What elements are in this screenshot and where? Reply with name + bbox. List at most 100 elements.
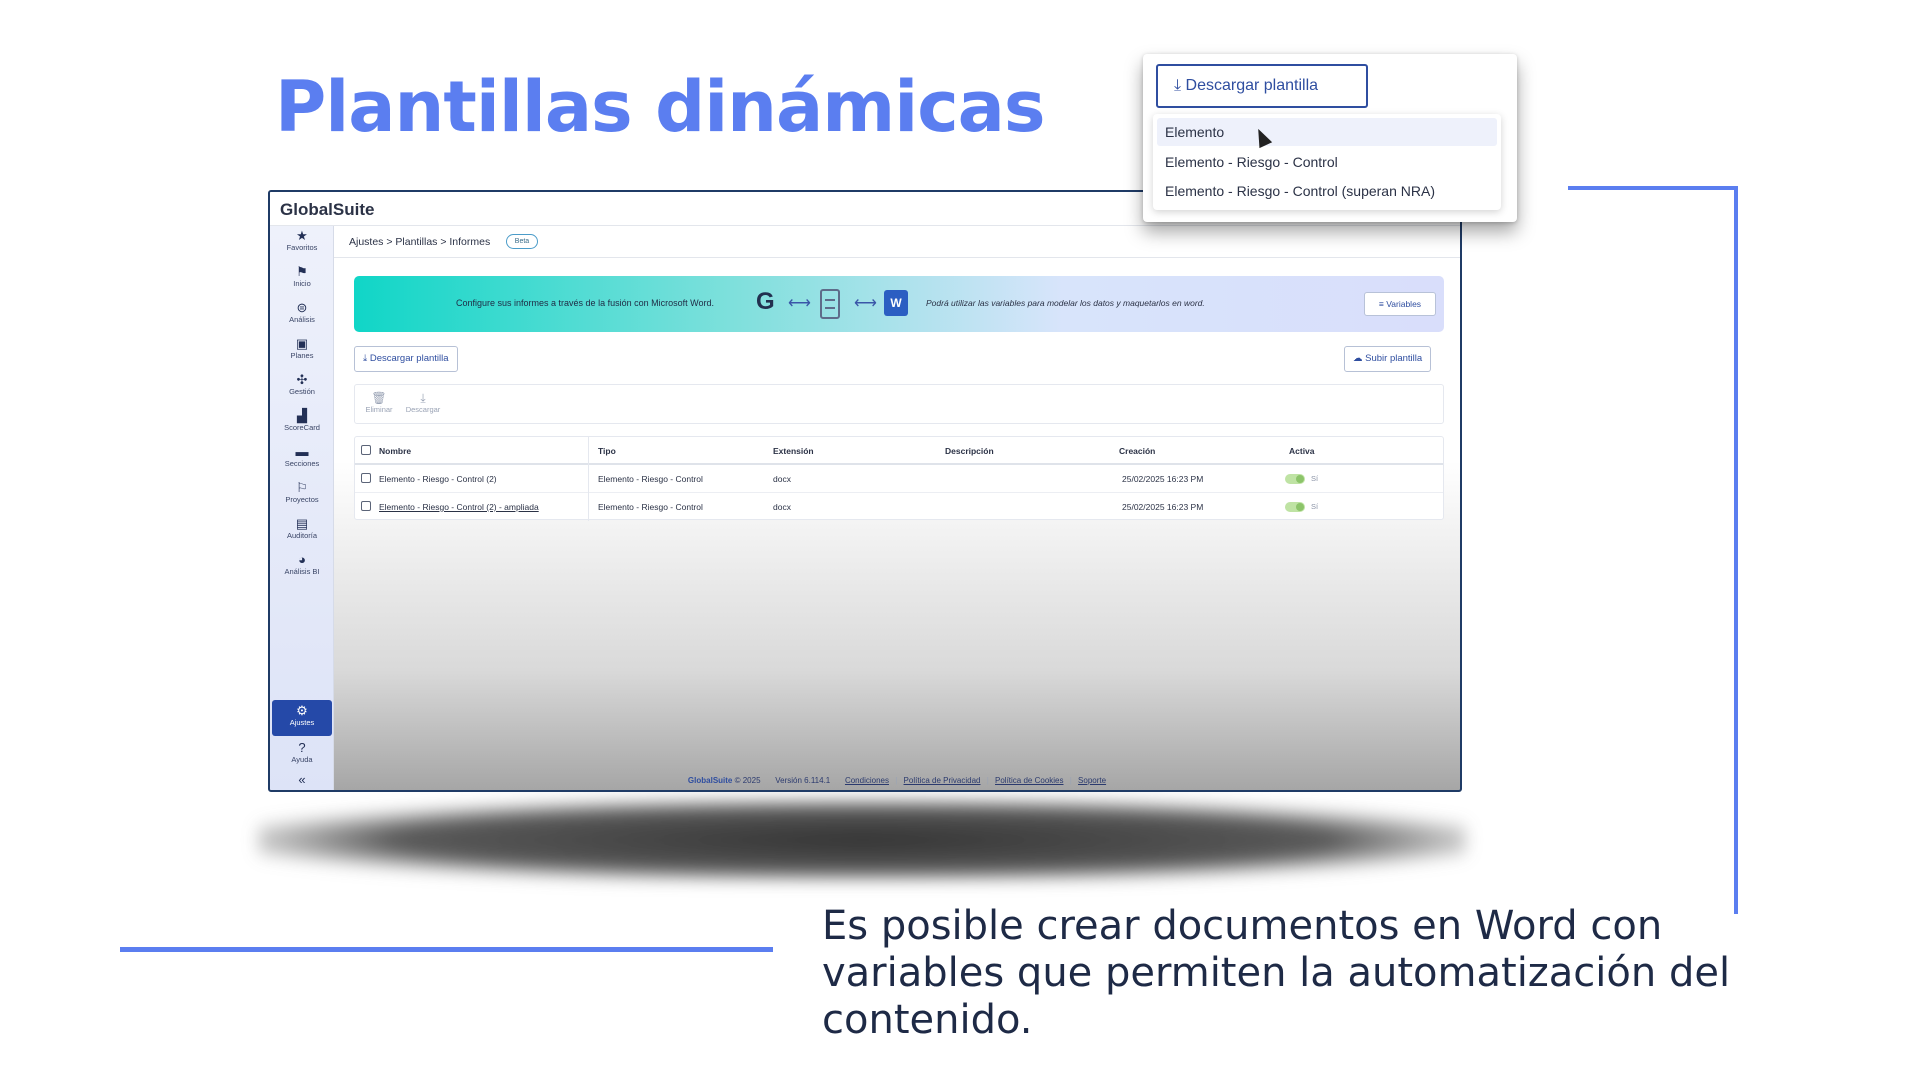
download-label: Descargar (405, 405, 441, 414)
trash-icon: 🗑 (371, 391, 387, 405)
flag-icon: ⚑ (296, 264, 308, 279)
template-document-icon (820, 289, 840, 319)
breadcrumb: Ajustes > Plantillas > Informes (349, 236, 491, 248)
sidebar-item-gestion[interactable]: ✣ Gestión (272, 372, 332, 404)
decorative-line (1568, 186, 1738, 190)
decorative-line (1734, 186, 1738, 914)
sidebar-item-label: Secciones (284, 459, 320, 468)
template-created: 25/02/2025 16:23 PM (1122, 474, 1204, 484)
decorative-line (120, 947, 773, 952)
download-icon: ⤓ (420, 391, 426, 405)
footer-copyright: © 2025 (734, 776, 761, 785)
sidebar-item-label: Ayuda (291, 755, 313, 764)
menu-item-elemento-riesgo-control[interactable]: Elemento - Riesgo - Control (1157, 148, 1497, 176)
template-name[interactable]: Elemento - Riesgo - Control (2) - amplia… (379, 502, 539, 512)
double-chevron-left-icon: « (298, 772, 306, 787)
banner-note: Podrá utilizar las variables para modela… (926, 298, 1205, 308)
slide-caption: Es posible crear documentos en Word con … (822, 903, 1731, 1043)
table-row: Elemento - Riesgo - Control (2) Elemento… (355, 465, 1443, 493)
sidebar-item-ajustes[interactable]: ⚙ Ajustes (272, 700, 332, 736)
templates-table: Nombre Tipo Extensión Descripción Creaci… (354, 436, 1444, 521)
delete-button[interactable]: 🗑 Eliminar (359, 391, 399, 415)
sidebar-item-label: ScoreCard (284, 423, 320, 432)
sidebar-item-analisis-bi[interactable]: ◕ Análisis BI (272, 552, 332, 584)
collapse-sidebar-button[interactable]: « (272, 772, 332, 790)
footer-brand: GlobalSuite (687, 776, 733, 785)
sidebar-item-scorecard[interactable]: ▟ ScoreCard (272, 408, 332, 440)
column-header[interactable]: Creación (1119, 446, 1155, 456)
analysis-icon: ⊜ (296, 300, 308, 315)
management-icon: ✣ (296, 372, 308, 387)
active-label: Sí (1311, 502, 1319, 511)
active-toggle[interactable] (1285, 474, 1305, 484)
plans-icon: ▣ (295, 336, 309, 351)
word-icon: W (884, 290, 908, 316)
variables-button[interactable]: ≡ Variables (1364, 292, 1436, 316)
sidebar: ★ Favoritos ⚑ Inicio ⊜ Análisis ▣ Planes… (270, 226, 334, 790)
delete-label: Eliminar (365, 405, 393, 414)
sidebar-item-favoritos[interactable]: ★ Favoritos (272, 228, 332, 260)
table-header: Nombre Tipo Extensión Descripción Creaci… (355, 437, 1443, 465)
upload-template-button[interactable]: ☁ Subir plantilla (1344, 346, 1432, 372)
sidebar-item-label: Auditoría (286, 531, 318, 540)
scorecard-icon: ▟ (297, 408, 307, 423)
sidebar-item-label: Inicio (293, 279, 311, 288)
sidebar-item-secciones[interactable]: ▬ Secciones (272, 444, 332, 476)
template-created: 25/02/2025 16:23 PM (1122, 502, 1204, 512)
help-icon: ? (298, 740, 306, 755)
row-checkbox[interactable] (361, 473, 371, 483)
download-template-button[interactable]: ⤓ Descargar plantilla (1156, 64, 1368, 108)
menu-item-elemento[interactable]: Elemento (1157, 118, 1497, 146)
sidebar-item-proyectos[interactable]: ⚐ Proyectos (272, 480, 332, 512)
footer-link-cookies[interactable]: Política de Cookies (995, 776, 1063, 785)
download-button[interactable]: ⤓ Descargar (403, 391, 443, 415)
row-checkbox[interactable] (361, 501, 371, 511)
slide-title: Plantillas dinámicas (275, 66, 1046, 148)
download-template-button[interactable]: ⤓ Descargar plantilla (354, 346, 458, 372)
download-dropdown-zoom: ⤓ Descargar plantilla Elemento Elemento … (1143, 54, 1517, 222)
bidirectional-arrow-icon: ⟷ (854, 295, 877, 312)
star-icon: ★ (296, 228, 308, 243)
sidebar-item-label: Análisis BI (284, 567, 320, 576)
column-header[interactable]: Activa (1289, 446, 1315, 456)
template-name[interactable]: Elemento - Riesgo - Control (2) (379, 474, 497, 484)
sidebar-item-auditoria[interactable]: ▤ Auditoría (272, 516, 332, 548)
sidebar-item-ayuda[interactable]: ? Ayuda (272, 740, 332, 772)
sidebar-item-label: Favoritos (286, 243, 318, 252)
audit-icon: ▤ (295, 516, 309, 531)
projects-icon: ⚐ (296, 480, 308, 495)
sidebar-item-planes[interactable]: ▣ Planes (272, 336, 332, 368)
sidebar-item-label: Gestión (289, 387, 315, 396)
beta-badge: Beta (506, 234, 538, 249)
column-header[interactable]: Nombre (379, 446, 411, 456)
template-type-menu: Elemento Elemento - Riesgo - Control Ele… (1153, 114, 1501, 210)
footer-link-privacidad[interactable]: Política de Privacidad (904, 776, 981, 785)
active-toggle[interactable] (1285, 502, 1305, 512)
table-row: Elemento - Riesgo - Control (2) - amplia… (355, 493, 1443, 521)
screenshot-shadow (258, 800, 1466, 880)
column-divider (588, 437, 589, 521)
select-all-checkbox[interactable] (361, 445, 371, 455)
bidirectional-arrow-icon: ⟷ (788, 295, 811, 312)
footer-link-condiciones[interactable]: Condiciones (845, 776, 889, 785)
column-header[interactable]: Tipo (598, 446, 616, 456)
sidebar-item-inicio[interactable]: ⚑ Inicio (272, 264, 332, 296)
template-type: Elemento - Riesgo - Control (598, 502, 703, 512)
column-header[interactable]: Extensión (773, 446, 814, 456)
sidebar-item-label: Ajustes (289, 718, 315, 727)
sidebar-item-label: Planes (290, 351, 314, 360)
divider (334, 257, 1460, 258)
banner-text: Configure sus informes a través de la fu… (456, 298, 714, 308)
active-label: Sí (1311, 474, 1319, 483)
menu-item-elemento-riesgo-control-nra[interactable]: Elemento - Riesgo - Control (superan NRA… (1157, 177, 1497, 205)
word-integration-banner: Configure sus informes a través de la fu… (354, 276, 1444, 332)
gear-icon: ⚙ (296, 703, 308, 718)
footer-version: Versión 6.114.1 (775, 776, 831, 785)
template-type: Elemento - Riesgo - Control (598, 474, 703, 484)
table-toolbar: 🗑 Eliminar ⤓ Descargar (354, 384, 1444, 424)
footer-link-soporte[interactable]: Soporte (1078, 776, 1106, 785)
sidebar-item-analisis[interactable]: ⊜ Análisis (272, 300, 332, 332)
column-header[interactable]: Descripción (945, 446, 994, 456)
sidebar-item-label: Análisis (289, 315, 315, 324)
pie-chart-icon: ◕ (298, 552, 306, 567)
